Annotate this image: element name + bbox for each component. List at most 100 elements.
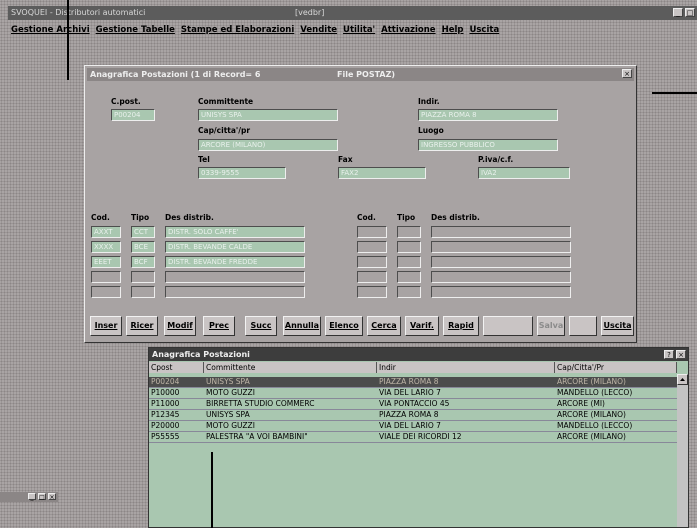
cell-committente: BIRRETTA STUDIO COMMERC [206, 399, 315, 408]
succ-button[interactable]: Succ [245, 316, 277, 336]
label-tipo-2: Tipo [397, 213, 416, 222]
distrib-tipo-empty[interactable] [131, 271, 155, 283]
menu-help[interactable]: Help [439, 25, 467, 35]
luogo-field[interactable]: INGRESSO PUBBLICO [418, 139, 558, 151]
blank-button-2[interactable] [569, 316, 597, 336]
menu-utilita[interactable]: Utilita' [340, 25, 378, 35]
distrib-cod[interactable]: EEET [91, 256, 121, 268]
distrib2-cod-empty[interactable] [357, 256, 387, 268]
indir-field[interactable]: PIAZZA ROMA 8 [418, 109, 558, 121]
dialog-file: File POSTAZ) [337, 70, 396, 79]
elenco-button[interactable]: Elenco [325, 316, 363, 336]
salva-button[interactable]: Salva [537, 316, 565, 336]
help-button[interactable]: ? [664, 350, 674, 359]
distrib-tipo[interactable]: CCT [131, 226, 155, 238]
committente-field[interactable]: UNISYS SPA [198, 109, 338, 121]
label-committente: Committente [198, 97, 254, 106]
distrib2-tipo-empty[interactable] [397, 271, 421, 283]
ricer-button[interactable]: Ricer [126, 316, 158, 336]
list-title: Anagrafica Postazioni [152, 350, 250, 359]
distrib2-desc-empty[interactable] [431, 226, 571, 238]
col-header-indir[interactable]: Indir [377, 362, 555, 373]
distrib2-tipo-empty[interactable] [397, 226, 421, 238]
prec-button[interactable]: Prec [203, 316, 235, 336]
verif-button[interactable]: Varif. [405, 316, 439, 336]
distrib2-tipo-empty[interactable] [397, 241, 421, 253]
inser-button[interactable]: Inser [90, 316, 122, 336]
distrib2-desc-empty[interactable] [431, 286, 571, 298]
cell-committente: MOTO GUZZI [206, 421, 255, 430]
cell-committente: PALESTRA "A VOI BAMBINI" [206, 432, 308, 441]
uscita-button[interactable]: Uscita [601, 316, 634, 336]
distrib2-tipo-empty[interactable] [397, 256, 421, 268]
cpost-field[interactable]: P00204 [111, 109, 155, 121]
label-tel: Tel [198, 155, 210, 164]
cerca-button[interactable]: Cerca [367, 316, 401, 336]
col-header-committente[interactable]: Committente [204, 362, 377, 373]
distrib-desc-empty[interactable] [165, 286, 305, 298]
menu-gestione-tabelle[interactable]: Gestione Tabelle [93, 25, 178, 35]
cell-cap: MANDELLO (LECCO) [557, 421, 633, 430]
col-header-cpost[interactable]: Cpost [149, 362, 204, 373]
menu-vendite[interactable]: Vendite [297, 25, 340, 35]
cell-cap: ARCORE (MILANO) [557, 377, 626, 386]
scroll-up-arrow-icon[interactable] [677, 374, 688, 385]
fax-field[interactable]: FAX2 [338, 167, 426, 179]
table-row[interactable]: P20000 MOTO GUZZI VIA DEL LARIO 7 MANDEL… [149, 421, 677, 432]
table-row[interactable]: P10000 MOTO GUZZI VIA DEL LARIO 7 MANDEL… [149, 388, 677, 399]
cell-indir: VIA PONTACCIO 45 [379, 399, 450, 408]
distrib2-cod-empty[interactable] [357, 241, 387, 253]
distrib-cod-empty[interactable] [91, 271, 121, 283]
cap-field[interactable]: ARCORE (MILANO) [198, 139, 338, 151]
cell-committente: UNISYS SPA [206, 410, 250, 419]
maximize-button[interactable]: □ [685, 8, 695, 17]
distrib2-tipo-empty[interactable] [397, 286, 421, 298]
menu-attivazione[interactable]: Attivazione [378, 25, 438, 35]
dialog-title: Anagrafica Postazioni (1 di Record= 6 [90, 70, 261, 79]
rapid-button[interactable]: Rapid [443, 316, 479, 336]
distrib2-cod-empty[interactable] [357, 226, 387, 238]
cell-cpost: P00204 [151, 377, 180, 386]
col-header-cap[interactable]: Cap/Citta'/Pr [555, 362, 677, 373]
distrib2-desc-empty[interactable] [431, 241, 571, 253]
table-row[interactable]: P00204 UNISYS SPA PIAZZA ROMA 8 ARCORE (… [149, 377, 677, 388]
label-cod: Cod. [91, 213, 110, 222]
distrib2-desc-empty[interactable] [431, 271, 571, 283]
modif-button[interactable]: Modif [164, 316, 196, 336]
table-row[interactable]: P55555 PALESTRA "A VOI BAMBINI" VIALE DE… [149, 432, 677, 443]
dialog-title-bar: Anagrafica Postazioni (1 di Record= 6 Fi… [87, 68, 634, 81]
menu-stampe[interactable]: Stampe ed Elaborazioni [178, 25, 297, 35]
table-row[interactable]: P11000 BIRRETTA STUDIO COMMERC VIA PONTA… [149, 399, 677, 410]
table-row[interactable]: P12345 UNISYS SPA PIAZZA ROMA 8 ARCORE (… [149, 410, 677, 421]
menu-uscita[interactable]: Uscita [466, 25, 502, 35]
dialog-close-button[interactable]: × [622, 69, 632, 78]
piva-field[interactable]: IVA2 [478, 167, 570, 179]
distrib-cod[interactable]: XXXX [91, 241, 121, 253]
distrib-tipo[interactable]: BCF [131, 256, 155, 268]
fragment-maximize-button[interactable]: □ [38, 493, 46, 501]
distrib2-cod-empty[interactable] [357, 271, 387, 283]
postazioni-list-window: Anagrafica Postazioni ? × Cpost Committe… [148, 347, 689, 528]
menu-gestione-archivi[interactable]: Gestione Archivi [8, 25, 93, 35]
distrib-cod[interactable]: AXXT [91, 226, 121, 238]
fragment-close-button[interactable]: × [48, 493, 56, 501]
distrib-tipo-empty[interactable] [131, 286, 155, 298]
minimize-button[interactable]: _ [673, 8, 683, 17]
fragment-minimize-button[interactable]: _ [28, 493, 36, 501]
distrib-cod-empty[interactable] [91, 286, 121, 298]
distrib2-desc-empty[interactable] [431, 256, 571, 268]
vertical-scrollbar[interactable] [677, 374, 688, 527]
distrib-desc[interactable]: DISTR. BEVANDE CALDE [165, 241, 305, 253]
app-document: [vedbr] [295, 8, 325, 17]
list-close-button[interactable]: × [676, 350, 686, 359]
distrib-desc-empty[interactable] [165, 271, 305, 283]
annulla-button[interactable]: Annulla [283, 316, 321, 336]
distrib-desc[interactable]: DISTR. SOLO CAFFE' [165, 226, 305, 238]
distrib-desc[interactable]: DISTR. BEVANDE FREDDE [165, 256, 305, 268]
label-piva: P.iva/c.f. [478, 155, 514, 164]
blank-button[interactable] [483, 316, 533, 336]
distrib-tipo[interactable]: BCE [131, 241, 155, 253]
cell-committente: MOTO GUZZI [206, 388, 255, 397]
tel-field[interactable]: 0339-9555 [198, 167, 286, 179]
distrib2-cod-empty[interactable] [357, 286, 387, 298]
